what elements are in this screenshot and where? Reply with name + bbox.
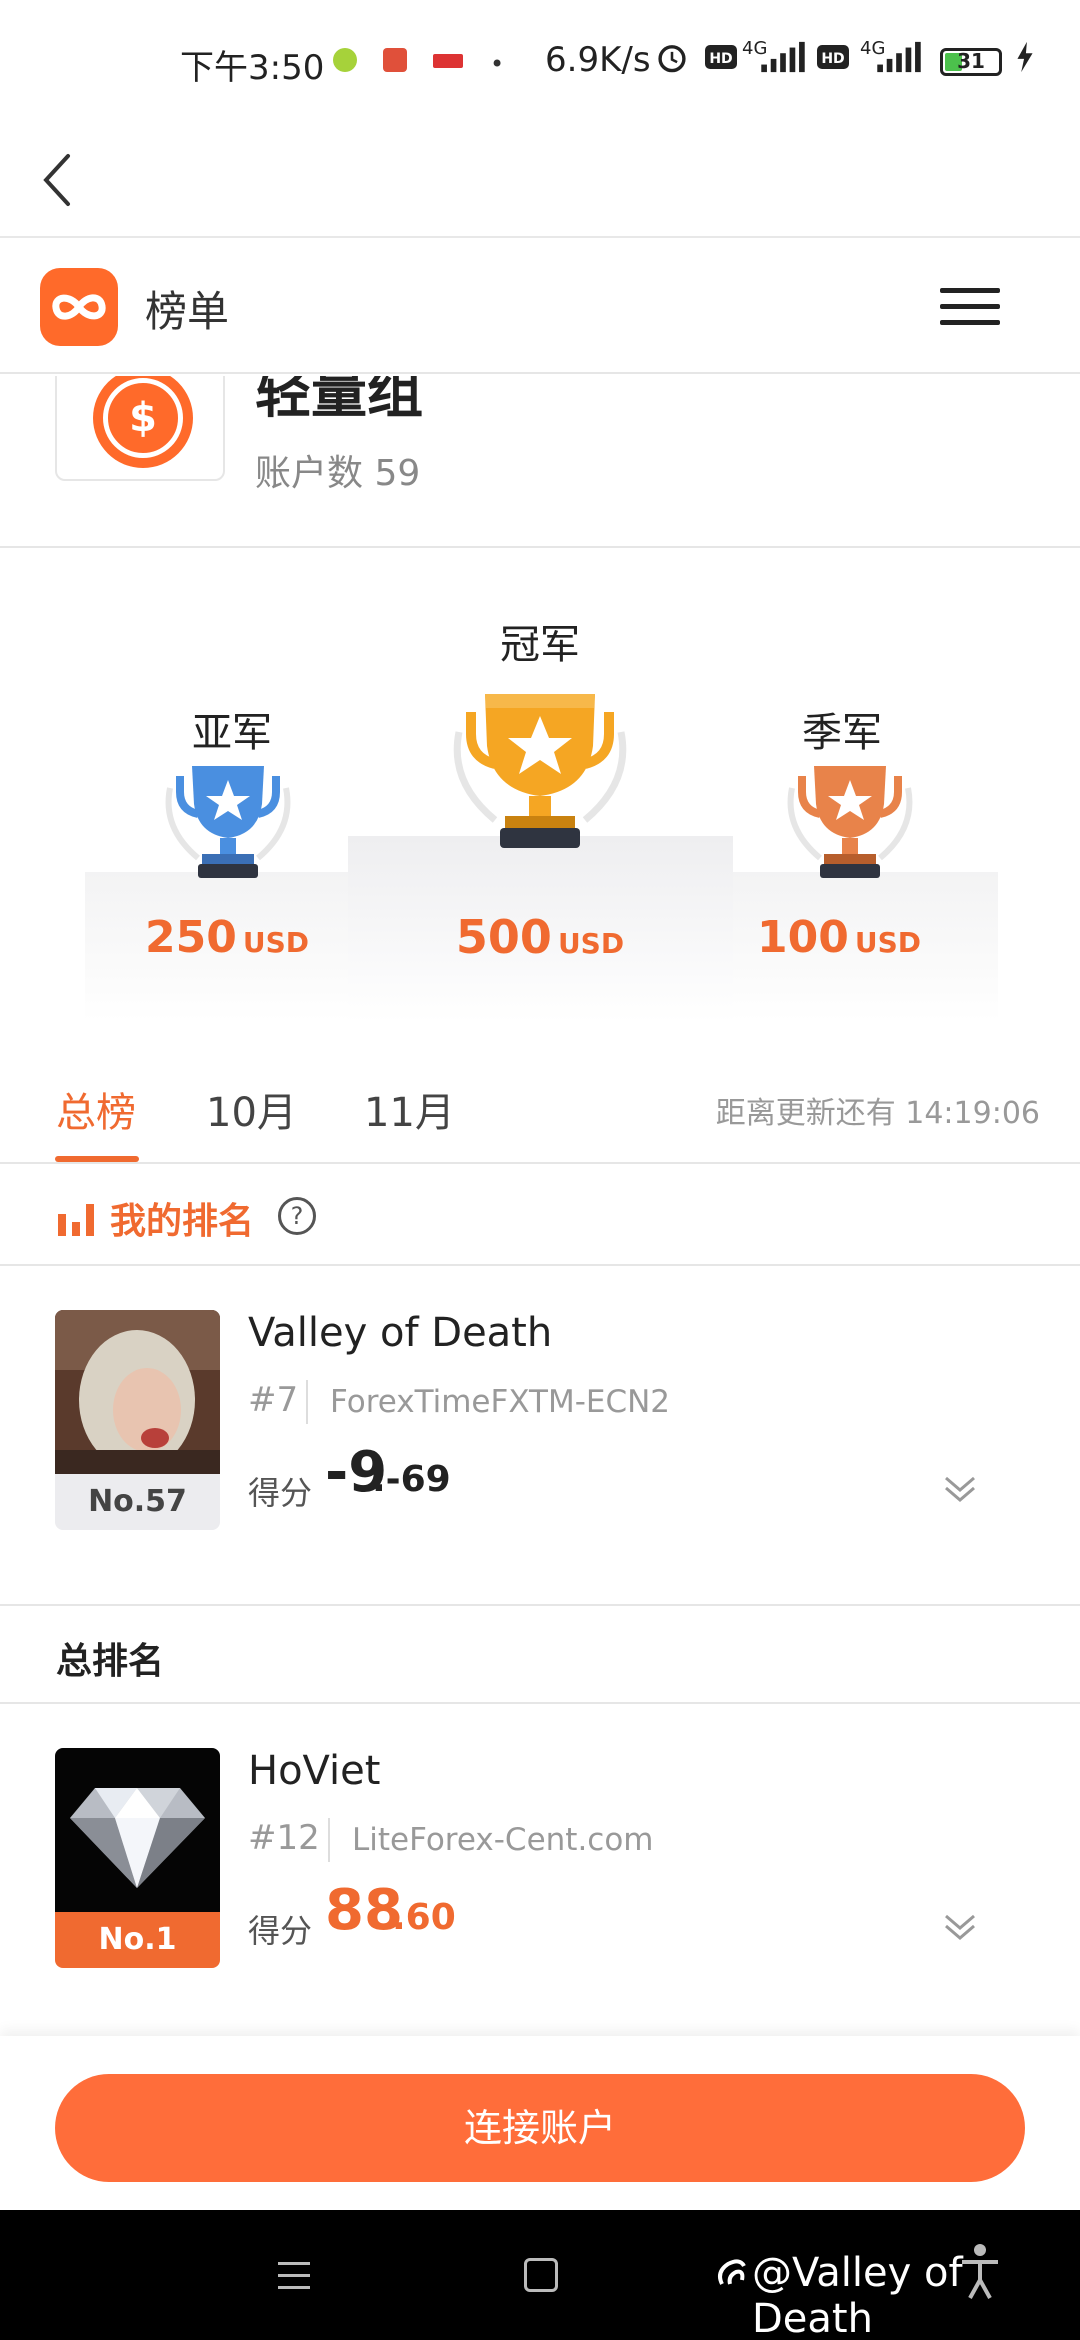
network-speed: 6.9K/s <box>545 40 651 80</box>
battery-icon: 31 <box>940 48 1002 76</box>
system-navigation-bar: @Valley of Death <box>0 2210 1080 2340</box>
group-name: 轻量组 <box>255 376 423 426</box>
back-arrow-icon[interactable] <box>38 138 98 218</box>
ranking-list-item[interactable]: No.1 HoViet #12 LiteForex-Cent.com 得分 88… <box>0 1706 1080 2006</box>
trader-rank: #7 <box>248 1380 299 1420</box>
trader-rank: #12 <box>248 1818 320 1858</box>
hd-icon: HD <box>705 45 737 69</box>
svg-text:HD: HD <box>709 51 732 67</box>
prize-currency: USD <box>854 926 921 959</box>
notification-icon <box>333 48 357 72</box>
position-badge: No.57 <box>55 1474 220 1530</box>
broker-name: ForexTimeFXTM-ECN2 <box>330 1384 671 1420</box>
prize-amount: 250 <box>144 912 237 963</box>
prize-amount: 500 <box>455 910 552 964</box>
app-logo <box>40 268 118 346</box>
second-prize: 250 USD <box>97 912 357 963</box>
more-notifications-dot: • <box>490 50 505 78</box>
section-title: 总排名 <box>56 1641 165 1682</box>
weibo-logo-icon <box>718 2259 746 2285</box>
divider <box>328 1818 330 1862</box>
group-icon: $ <box>55 376 225 481</box>
group-info: $ 轻量组 账户数 59 <box>0 376 1080 548</box>
my-rank-header: 我的排名 ? <box>0 1166 1080 1266</box>
navigation-bar <box>0 120 1080 238</box>
user-photo <box>55 1310 220 1475</box>
score-decimal: .60 <box>392 1897 456 1938</box>
connect-account-button[interactable]: 连接账户 <box>55 2074 1025 2182</box>
status-bar: 下午3:50 • 6.9K/s HD 4G HD 4G 31 <box>0 0 1080 120</box>
account-count: 账户数 59 <box>255 453 421 494</box>
prize-amount: 100 <box>756 912 849 963</box>
bar-chart-icon <box>58 1204 94 1236</box>
third-place-label: 季军 <box>802 710 882 756</box>
gold-trophy-icon <box>453 694 627 848</box>
bronze-trophy-icon <box>787 766 913 878</box>
chevron-down-icon[interactable] <box>940 1468 980 1508</box>
trader-name: Valley of Death <box>248 1310 553 1356</box>
chevron-down-icon[interactable] <box>940 1906 980 1946</box>
connect-account-bar: 连接账户 <box>0 2036 1080 2210</box>
alarm-icon <box>658 45 686 73</box>
diamond-photo <box>55 1748 220 1913</box>
tab-overall[interactable]: 总榜 <box>56 1080 136 1138</box>
broker-name: LiteForex-Cent.com <box>352 1822 654 1858</box>
notification-icon <box>433 54 463 68</box>
overall-ranking-header: 总排名 <box>0 1604 1080 1704</box>
accessibility-icon[interactable] <box>958 2242 1002 2302</box>
prize-currency: USD <box>557 927 625 960</box>
recent-apps-icon[interactable] <box>278 2262 310 2290</box>
my-rank-card[interactable]: No.57 Valley of Death #7 ForexTimeFXTM-E… <box>0 1268 1080 1568</box>
update-countdown: 距离更新还有 14:19:06 <box>715 1096 1040 1131</box>
avatar: No.1 <box>55 1748 220 1968</box>
page-title: 榜单 <box>145 287 230 336</box>
app-header: 榜单 <box>0 240 1080 374</box>
first-place-label: 冠军 <box>500 622 580 668</box>
tab-october[interactable]: 10月 <box>206 1080 297 1138</box>
home-icon[interactable] <box>524 2258 558 2292</box>
second-place-label: 亚军 <box>192 710 272 756</box>
svg-text:HD: HD <box>821 51 844 67</box>
tab-november[interactable]: 11月 <box>364 1080 455 1138</box>
active-tab-indicator <box>55 1156 139 1162</box>
position-badge: No.1 <box>55 1912 220 1968</box>
hd-icon: HD <box>817 45 849 69</box>
battery-level: 31 <box>957 49 985 73</box>
status-time: 下午3:50 <box>180 48 325 88</box>
signal-icon <box>877 41 921 73</box>
my-rank-title: 我的排名 <box>110 1201 255 1242</box>
prize-podium: 亚军 冠军 季军 250 USD 500 USD 100 USD <box>0 550 1080 1022</box>
silver-trophy-icon <box>165 766 291 878</box>
notification-icon <box>383 48 407 72</box>
score-decimal: .-69 <box>372 1459 451 1500</box>
score-label: 得分 <box>248 1474 313 1512</box>
avatar: No.57 <box>55 1310 220 1530</box>
help-icon[interactable]: ? <box>278 1197 316 1235</box>
trader-name: HoViet <box>248 1748 381 1794</box>
first-prize: 500 USD <box>410 910 670 964</box>
prize-currency: USD <box>242 926 309 959</box>
dollar-coin-icon: $ <box>93 376 193 468</box>
divider <box>306 1380 308 1424</box>
menu-icon[interactable] <box>940 288 1000 328</box>
signal-icon <box>761 41 805 73</box>
score-label: 得分 <box>248 1912 313 1950</box>
charging-icon <box>1017 41 1033 73</box>
infinity-icon <box>52 294 106 320</box>
period-tabs: 总榜 10月 11月 距离更新还有 14:19:06 <box>0 1040 1080 1164</box>
third-prize: 100 USD <box>709 912 969 963</box>
watermark: @Valley of Death <box>752 2250 963 2340</box>
